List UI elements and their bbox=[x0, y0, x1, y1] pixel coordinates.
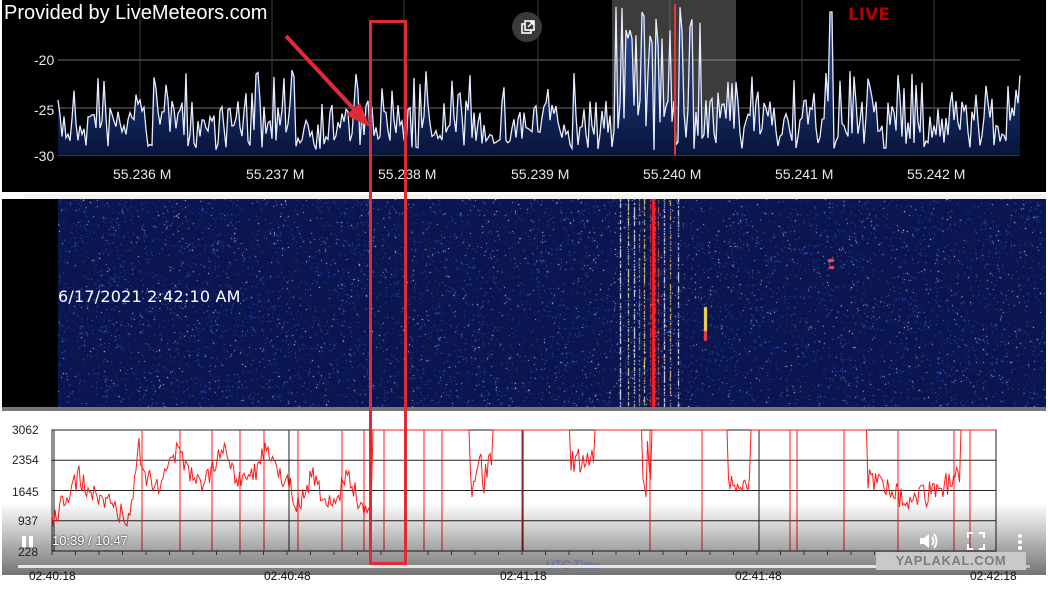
annotation-arrow bbox=[284, 34, 370, 127]
video-player[interactable]: Provided by LiveMeteors.com LIVE -20 -25… bbox=[0, 0, 1048, 591]
annotation-highlight-box bbox=[369, 20, 407, 565]
